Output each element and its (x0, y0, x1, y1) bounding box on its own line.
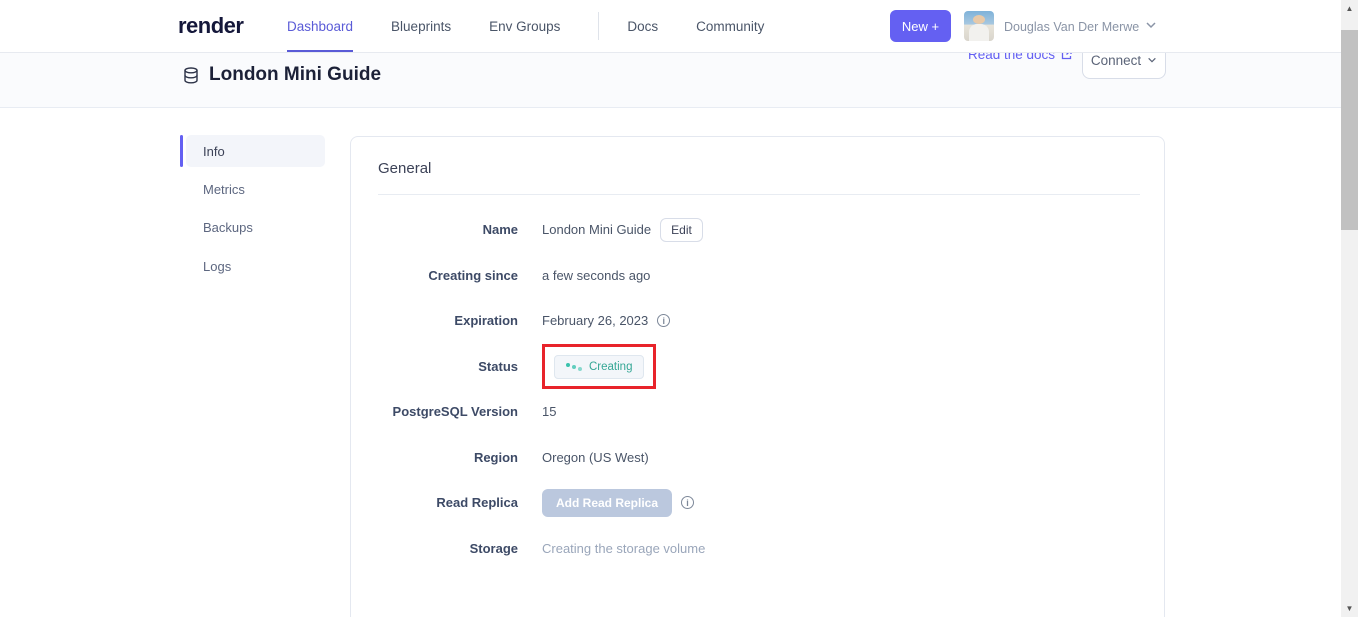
scrollbar-thumb[interactable] (1341, 30, 1358, 230)
row-storage: Storage Creating the storage volume (378, 526, 1140, 572)
storage-value: Creating the storage volume (542, 541, 705, 556)
row-expiration: Expiration February 26, 2023 i (378, 298, 1140, 344)
sidebar-item-metrics[interactable]: Metrics (186, 173, 325, 205)
new-button[interactable]: New + (890, 10, 951, 42)
chevron-down-icon (1147, 55, 1157, 65)
nav-links: Dashboard Blueprints Env Groups Docs Com… (287, 0, 802, 52)
database-icon (183, 67, 199, 84)
read-the-docs-link[interactable]: Read the docs (968, 53, 1072, 62)
top-nav: render Dashboard Blueprints Env Groups D… (0, 0, 1341, 53)
vertical-scrollbar[interactable]: ▲ ▼ (1341, 0, 1358, 617)
sidebar-active-accent (180, 135, 183, 167)
page-title: London Mini Guide (209, 64, 381, 86)
scroll-up-icon[interactable]: ▲ (1341, 0, 1358, 17)
chevron-down-icon[interactable] (1145, 19, 1157, 31)
connect-button[interactable]: Connect (1082, 53, 1166, 79)
row-status: Status Creating (378, 344, 1140, 390)
row-label: Region (378, 450, 518, 465)
row-name: Name London Mini Guide Edit (378, 207, 1140, 253)
page-header: London Mini Guide Read the docs Connect (0, 53, 1341, 108)
loading-dots-icon (566, 363, 582, 371)
info-icon[interactable]: i (681, 496, 694, 509)
user-avatar[interactable] (964, 11, 994, 41)
sidebar-item-backups[interactable]: Backups (186, 211, 325, 243)
external-link-icon (1061, 53, 1072, 60)
name-value: London Mini Guide (542, 222, 651, 237)
row-label: PostgreSQL Version (378, 404, 518, 419)
scroll-down-icon[interactable]: ▼ (1341, 600, 1358, 617)
user-name[interactable]: Douglas Van Der Merwe (1004, 20, 1139, 34)
row-postgresql-version: PostgreSQL Version 15 (378, 389, 1140, 435)
annotation-highlight-box: Creating (542, 344, 656, 389)
divider (378, 194, 1140, 195)
row-label: Read Replica (378, 495, 518, 510)
general-card-title: General (378, 160, 431, 177)
render-logo[interactable]: render (178, 13, 243, 39)
render-dashboard-page: render Dashboard Blueprints Env Groups D… (0, 0, 1358, 617)
status-badge: Creating (554, 355, 644, 379)
nav-link-dashboard[interactable]: Dashboard (287, 0, 353, 52)
nav-link-docs[interactable]: Docs (627, 0, 658, 52)
row-creating-since: Creating since a few seconds ago (378, 253, 1140, 299)
row-region: Region Oregon (US West) (378, 435, 1140, 481)
sidebar-item-info[interactable]: Info (186, 135, 325, 167)
row-read-replica: Read Replica Add Read Replica i (378, 480, 1140, 526)
edit-name-button[interactable]: Edit (660, 218, 703, 242)
row-label: Storage (378, 541, 518, 556)
region-value: Oregon (US West) (542, 450, 649, 465)
status-badge-label: Creating (589, 361, 632, 373)
nav-link-community[interactable]: Community (696, 0, 764, 52)
sidebar-item-logs[interactable]: Logs (186, 250, 325, 282)
row-label: Creating since (378, 268, 518, 283)
expiration-value: February 26, 2023 (542, 313, 648, 328)
row-label: Expiration (378, 313, 518, 328)
info-icon[interactable]: i (657, 314, 670, 327)
add-read-replica-button[interactable]: Add Read Replica (542, 489, 672, 517)
row-label: Name (378, 222, 518, 237)
nav-link-blueprints[interactable]: Blueprints (391, 0, 451, 52)
creating-since-value: a few seconds ago (542, 268, 650, 283)
nav-link-env-groups[interactable]: Env Groups (489, 0, 560, 52)
general-card: General Name London Mini Guide Edit Crea… (350, 136, 1165, 617)
nav-divider (598, 12, 599, 40)
postgresql-version-value: 15 (542, 404, 556, 419)
row-label: Status (378, 359, 518, 374)
